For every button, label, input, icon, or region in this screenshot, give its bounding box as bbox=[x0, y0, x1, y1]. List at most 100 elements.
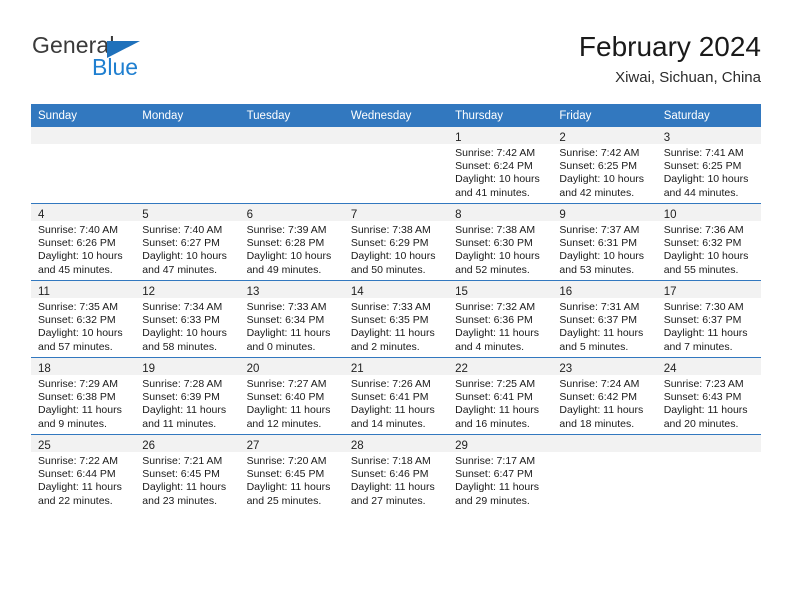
sunset-time: Sunset: 6:32 PM bbox=[663, 237, 742, 250]
calendar-week-row: 25 Sunrise: 7:22 AM Sunset: 6:44 PM Dayligh… bbox=[31, 434, 761, 511]
day-number: 15 bbox=[455, 286, 468, 298]
sunset-time: Sunset: 6:25 PM bbox=[559, 160, 638, 173]
daylight-duration-line-1: Daylight: 11 hours bbox=[246, 481, 331, 494]
day-details: Sunrise: 7:41 AM Sunset: 6:25 PM Daylight:… bbox=[657, 144, 761, 200]
calendar-day-cell[interactable]: 11 Sunrise: 7:35 AM Sunset: 6:32 PM Dayligh… bbox=[31, 280, 136, 358]
sunrise-time: Sunrise: 7:38 AM bbox=[350, 224, 431, 236]
calendar-day-cell[interactable]: 15 Sunrise: 7:32 AM Sunset: 6:36 PM Dayligh… bbox=[448, 280, 553, 358]
calendar-day-cell[interactable]: 4 Sunrise: 7:40 AM Sunset: 6:26 PM Daylight… bbox=[31, 203, 136, 281]
day-cell-inner: 5 Sunrise: 7:40 AM Sunset: 6:27 PM Daylight… bbox=[135, 204, 240, 280]
sunrise-time: Sunrise: 7:33 AM bbox=[350, 301, 431, 313]
day-number-band: 23 bbox=[552, 358, 657, 375]
day-number: 28 bbox=[350, 440, 364, 452]
day-number-band bbox=[656, 435, 761, 452]
calendar-day-cell[interactable]: 24 Sunrise: 7:23 AM Sunset: 6:43 PM Dayligh… bbox=[656, 357, 761, 435]
daylight-duration-line-2: and 47 minutes. bbox=[142, 263, 217, 276]
day-cell-inner: 9 Sunrise: 7:37 AM Sunset: 6:31 PM Daylight… bbox=[552, 204, 657, 280]
calendar-day-cell[interactable]: 9 Sunrise: 7:37 AM Sunset: 6:31 PM Daylight… bbox=[552, 203, 657, 281]
sunrise-time: Sunrise: 7:21 AM bbox=[142, 455, 223, 467]
day-details: Sunrise: 7:17 AM Sunset: 6:47 PM Daylight:… bbox=[448, 452, 552, 508]
weekday-header-friday: Friday bbox=[552, 104, 657, 127]
calendar-week-row: 18 Sunrise: 7:29 AM Sunset: 6:38 PM Dayligh… bbox=[31, 357, 761, 435]
sunrise-sunset-calendar: Sunday Monday Tuesday Wednesday Thursday Frid… bbox=[31, 104, 761, 511]
calendar-day-cell[interactable]: 18 Sunrise: 7:29 AM Sunset: 6:38 PM Dayligh… bbox=[31, 357, 136, 435]
sunset-time: Sunset: 6:39 PM bbox=[142, 391, 220, 404]
day-details: Sunrise: 7:38 AM Sunset: 6:30 PM Daylight:… bbox=[448, 221, 552, 277]
day-number: 17 bbox=[663, 286, 677, 298]
day-details: Sunrise: 7:31 AM Sunset: 6:37 PM Daylight:… bbox=[552, 298, 656, 354]
day-details: Sunrise: 7:25 AM Sunset: 6:41 PM Daylight:… bbox=[448, 375, 552, 431]
daylight-duration-line-1: Daylight: 11 hours bbox=[350, 481, 435, 494]
calendar-day-cell[interactable]: 21 Sunrise: 7:26 AM Sunset: 6:41 PM Dayligh… bbox=[343, 357, 449, 435]
weekday-header-saturday: Saturday bbox=[656, 104, 761, 127]
day-details: Sunrise: 7:37 AM Sunset: 6:31 PM Daylight:… bbox=[552, 221, 656, 277]
day-details: Sunrise: 7:28 AM Sunset: 6:39 PM Daylight:… bbox=[135, 375, 239, 431]
day-number-band: 25 bbox=[31, 435, 136, 452]
day-number-band: 17 bbox=[656, 281, 761, 298]
sunset-time: Sunset: 6:25 PM bbox=[663, 160, 742, 173]
day-number-band: 18 bbox=[31, 358, 136, 375]
day-number: 27 bbox=[246, 440, 260, 452]
calendar-day-cell[interactable]: 8 Sunrise: 7:38 AM Sunset: 6:30 PM Daylight… bbox=[448, 203, 553, 281]
calendar-empty-cell bbox=[239, 127, 344, 204]
day-details bbox=[240, 144, 344, 147]
day-cell-inner: 7 Sunrise: 7:38 AM Sunset: 6:29 PM Daylight… bbox=[343, 204, 449, 280]
day-details: Sunrise: 7:27 AM Sunset: 6:40 PM Daylight:… bbox=[240, 375, 344, 431]
daylight-duration-line-2: and 9 minutes. bbox=[38, 417, 107, 430]
day-details: Sunrise: 7:26 AM Sunset: 6:41 PM Daylight:… bbox=[344, 375, 448, 431]
calendar-day-cell[interactable]: 25 Sunrise: 7:22 AM Sunset: 6:44 PM Dayligh… bbox=[31, 434, 136, 511]
day-details bbox=[135, 144, 239, 147]
day-details: Sunrise: 7:21 AM Sunset: 6:45 PM Daylight:… bbox=[135, 452, 239, 508]
calendar-day-cell[interactable]: 29 Sunrise: 7:17 AM Sunset: 6:47 PM Dayligh… bbox=[448, 434, 553, 511]
calendar-day-cell[interactable]: 27 Sunrise: 7:20 AM Sunset: 6:45 PM Dayligh… bbox=[239, 434, 344, 511]
calendar-day-cell[interactable]: 22 Sunrise: 7:25 AM Sunset: 6:41 PM Dayligh… bbox=[448, 357, 553, 435]
sunrise-time: Sunrise: 7:38 AM bbox=[455, 224, 536, 236]
day-details: Sunrise: 7:38 AM Sunset: 6:29 PM Daylight:… bbox=[344, 221, 448, 277]
calendar-day-cell[interactable]: 12 Sunrise: 7:34 AM Sunset: 6:33 PM Dayligh… bbox=[135, 280, 240, 358]
day-cell-inner: 13 Sunrise: 7:33 AM Sunset: 6:34 PM Dayligh… bbox=[239, 281, 344, 357]
day-number-band: 28 bbox=[343, 435, 449, 452]
sunrise-time: Sunrise: 7:33 AM bbox=[246, 301, 327, 313]
day-number: 11 bbox=[38, 286, 50, 298]
calendar-day-cell[interactable]: 19 Sunrise: 7:28 AM Sunset: 6:39 PM Dayligh… bbox=[135, 357, 240, 435]
day-cell-inner: 14 Sunrise: 7:33 AM Sunset: 6:35 PM Dayligh… bbox=[343, 281, 449, 357]
calendar-day-cell[interactable]: 26 Sunrise: 7:21 AM Sunset: 6:45 PM Dayligh… bbox=[135, 434, 240, 511]
calendar-day-cell[interactable]: 5 Sunrise: 7:40 AM Sunset: 6:27 PM Daylight… bbox=[135, 203, 240, 281]
calendar-day-cell[interactable]: 7 Sunrise: 7:38 AM Sunset: 6:29 PM Daylight… bbox=[343, 203, 449, 281]
sunset-time: Sunset: 6:32 PM bbox=[38, 314, 116, 327]
calendar-day-cell[interactable]: 13 Sunrise: 7:33 AM Sunset: 6:34 PM Dayligh… bbox=[239, 280, 344, 358]
general-blue-logo[interactable]: General Blue bbox=[31, 30, 251, 90]
sunrise-time: Sunrise: 7:20 AM bbox=[246, 455, 327, 467]
sunset-time: Sunset: 6:37 PM bbox=[559, 314, 638, 327]
sunrise-time: Sunrise: 7:39 AM bbox=[246, 224, 327, 236]
day-cell-inner: 28 Sunrise: 7:18 AM Sunset: 6:46 PM Dayligh… bbox=[343, 435, 449, 511]
calendar-day-cell[interactable]: 16 Sunrise: 7:31 AM Sunset: 6:37 PM Dayligh… bbox=[552, 280, 657, 358]
calendar-day-cell[interactable]: 28 Sunrise: 7:18 AM Sunset: 6:46 PM Dayligh… bbox=[343, 434, 449, 511]
sunrise-time: Sunrise: 7:23 AM bbox=[663, 378, 744, 390]
day-cell-inner bbox=[135, 127, 240, 203]
day-number-band bbox=[343, 127, 449, 144]
calendar-day-cell[interactable]: 1 Sunrise: 7:42 AM Sunset: 6:24 PM Daylight… bbox=[448, 127, 553, 204]
day-number: 14 bbox=[350, 286, 364, 298]
sunset-time: Sunset: 6:45 PM bbox=[246, 468, 325, 481]
daylight-duration-line-2: and 29 minutes. bbox=[455, 494, 530, 507]
day-number: 24 bbox=[663, 363, 677, 375]
calendar-day-cell[interactable]: 17 Sunrise: 7:30 AM Sunset: 6:37 PM Dayligh… bbox=[656, 280, 761, 358]
sunset-time: Sunset: 6:42 PM bbox=[559, 391, 638, 404]
day-number-band: 13 bbox=[239, 281, 344, 298]
calendar-day-cell[interactable]: 14 Sunrise: 7:33 AM Sunset: 6:35 PM Dayligh… bbox=[343, 280, 449, 358]
calendar-day-cell[interactable]: 23 Sunrise: 7:24 AM Sunset: 6:42 PM Dayligh… bbox=[552, 357, 657, 435]
sunset-time: Sunset: 6:41 PM bbox=[455, 391, 533, 404]
daylight-duration-line-1: Daylight: 10 hours bbox=[38, 327, 123, 340]
day-cell-inner: 17 Sunrise: 7:30 AM Sunset: 6:37 PM Dayligh… bbox=[656, 281, 761, 357]
calendar-day-cell[interactable]: 20 Sunrise: 7:27 AM Sunset: 6:40 PM Dayligh… bbox=[239, 357, 344, 435]
calendar-day-cell[interactable]: 2 Sunrise: 7:42 AM Sunset: 6:25 PM Daylight… bbox=[552, 127, 657, 204]
calendar-day-cell[interactable]: 3 Sunrise: 7:41 AM Sunset: 6:25 PM Daylight… bbox=[656, 127, 761, 204]
day-number-band: 14 bbox=[343, 281, 449, 298]
sunset-time: Sunset: 6:36 PM bbox=[455, 314, 533, 327]
day-details: Sunrise: 7:20 AM Sunset: 6:45 PM Daylight:… bbox=[240, 452, 344, 508]
daylight-duration-line-1: Daylight: 11 hours bbox=[38, 404, 122, 417]
daylight-duration-line-2: and 42 minutes. bbox=[559, 186, 635, 199]
calendar-day-cell[interactable]: 6 Sunrise: 7:39 AM Sunset: 6:28 PM Daylight… bbox=[239, 203, 344, 281]
calendar-day-cell[interactable]: 10 Sunrise: 7:36 AM Sunset: 6:32 PM Dayligh… bbox=[656, 203, 761, 281]
